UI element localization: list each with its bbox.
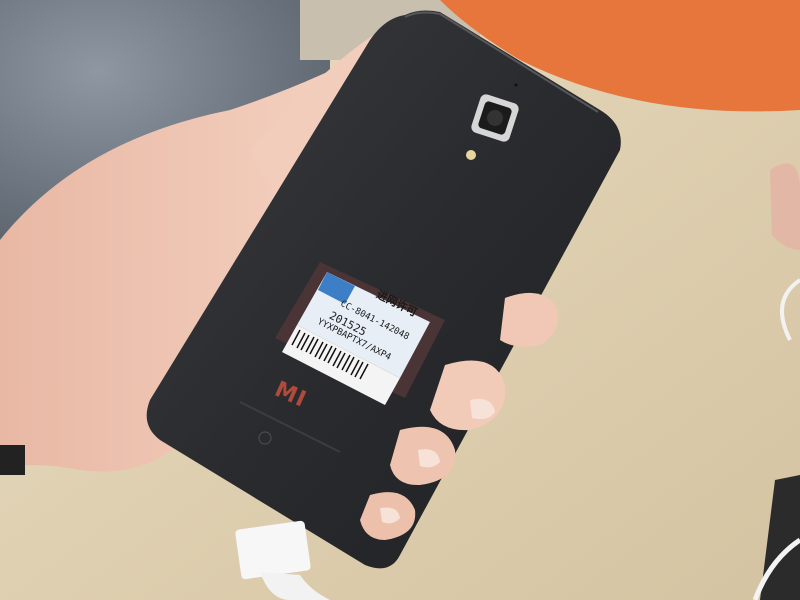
blurred-hand-right <box>770 163 800 250</box>
mic-hole <box>514 83 518 87</box>
photo-scene <box>0 0 800 600</box>
wrist-band <box>0 445 25 475</box>
flash-icon <box>466 150 476 160</box>
camera-lens-icon <box>487 110 503 126</box>
charging-plug <box>235 520 311 580</box>
